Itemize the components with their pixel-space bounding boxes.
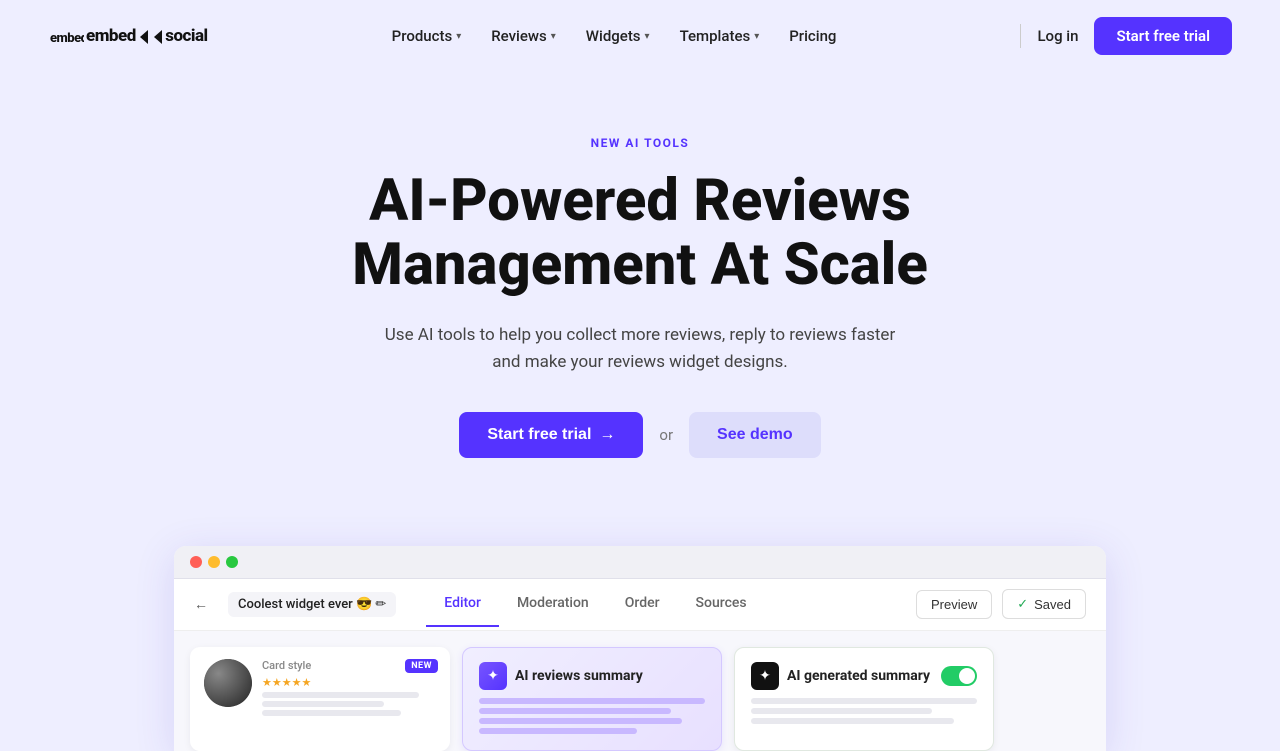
widget-cards-row: Card style ★★★★★ NEW ✦ AI reviews sum: [174, 631, 1106, 751]
ai-reviews-title: AI reviews summary: [515, 668, 643, 684]
ai-generated-summary-card[interactable]: ✦ AI generated summary: [734, 647, 994, 751]
ai-gen-title: AI generated summary: [787, 668, 933, 684]
ai-gen-header: ✦ AI generated summary: [751, 662, 977, 690]
dot-green: [226, 556, 238, 568]
text-line: [751, 698, 977, 704]
widgets-chevron: ▾: [645, 31, 650, 42]
text-line: [479, 728, 637, 734]
dot-yellow: [208, 556, 220, 568]
text-line: [262, 710, 401, 716]
nav-products[interactable]: Products▾: [380, 21, 474, 51]
check-icon: ✓: [1017, 596, 1028, 612]
reviews-chevron: ▾: [551, 31, 556, 42]
card-text-lines: [262, 692, 436, 716]
hero-title: AI-Powered Reviews Management At Scale: [290, 170, 990, 298]
navigation: embed social embed social Products▾ Revi…: [0, 0, 1280, 72]
nav-widgets[interactable]: Widgets▾: [574, 21, 662, 51]
browser-bar: [174, 546, 1106, 579]
ai-sparkle-icon: ✦: [479, 662, 507, 690]
editor-tabs: Editor Moderation Order Sources: [426, 581, 764, 627]
hero-demo-button[interactable]: See demo: [689, 412, 821, 458]
new-badge: NEW: [405, 659, 438, 673]
tab-moderation[interactable]: Moderation: [499, 581, 607, 627]
text-line: [479, 698, 705, 704]
text-line: [751, 718, 954, 724]
or-separator: or: [659, 426, 673, 444]
nav-reviews[interactable]: Reviews▾: [479, 21, 568, 51]
toggle-switch[interactable]: [941, 666, 977, 686]
dot-red: [190, 556, 202, 568]
text-line: [262, 692, 419, 698]
ai-card-header: ✦ AI reviews summary: [479, 662, 705, 690]
hero-trial-button[interactable]: Start free trial →: [459, 412, 643, 458]
browser-window: ← Coolest widget ever 😎 ✏ Editor Moderat…: [174, 546, 1106, 751]
hero-section: NEW AI TOOLS AI-Powered Reviews Manageme…: [0, 72, 1280, 546]
arrow-icon: →: [599, 426, 615, 444]
ai-gen-text-lines: [751, 698, 977, 724]
nav-links: Products▾ Reviews▾ Widgets▾ Templates▾ P…: [380, 21, 849, 51]
star-rating: ★★★★★: [262, 676, 436, 689]
editor-back[interactable]: ←: [194, 596, 208, 613]
hero-badge: NEW AI TOOLS: [591, 136, 690, 150]
logo-text: embed social: [86, 26, 208, 46]
nav-templates[interactable]: Templates▾: [668, 21, 772, 51]
nav-right: Log in Start free trial: [1020, 17, 1232, 55]
preview-button[interactable]: Preview: [916, 590, 992, 619]
text-line: [479, 708, 671, 714]
nav-trial-button[interactable]: Start free trial: [1094, 17, 1232, 55]
text-line: [262, 701, 384, 707]
ai-reviews-summary-card[interactable]: ✦ AI reviews summary: [462, 647, 722, 751]
editor-toolbar: ← Coolest widget ever 😎 ✏ Editor Moderat…: [174, 579, 1106, 631]
browser-dots: [190, 556, 238, 568]
products-chevron: ▾: [456, 31, 461, 42]
saved-button[interactable]: ✓ Saved: [1002, 589, 1086, 619]
ai-gen-sparkle-icon: ✦: [751, 662, 779, 690]
tab-editor[interactable]: Editor: [426, 581, 499, 627]
text-line: [751, 708, 932, 714]
svg-text:embed: embed: [50, 31, 84, 46]
text-line: [479, 718, 682, 724]
card-style-card[interactable]: Card style ★★★★★ NEW: [190, 647, 450, 751]
tab-order[interactable]: Order: [607, 581, 678, 627]
editor-actions: Preview ✓ Saved: [916, 589, 1086, 619]
ai-text-lines: [479, 698, 705, 734]
browser-mockup: ← Coolest widget ever 😎 ✏ Editor Moderat…: [90, 546, 1190, 751]
tab-sources[interactable]: Sources: [678, 581, 765, 627]
brand-logo[interactable]: embed social embed social: [48, 18, 208, 54]
hero-subtitle: Use AI tools to help you collect more re…: [370, 322, 910, 376]
templates-chevron: ▾: [754, 31, 759, 42]
back-arrow-icon: ←: [194, 596, 208, 613]
hero-actions: Start free trial → or See demo: [20, 412, 1260, 458]
nav-pricing[interactable]: Pricing: [777, 21, 848, 51]
avatar: [204, 659, 252, 707]
login-link[interactable]: Log in: [1037, 27, 1078, 45]
widget-name[interactable]: Coolest widget ever 😎 ✏: [228, 592, 396, 617]
nav-divider: [1020, 24, 1021, 48]
